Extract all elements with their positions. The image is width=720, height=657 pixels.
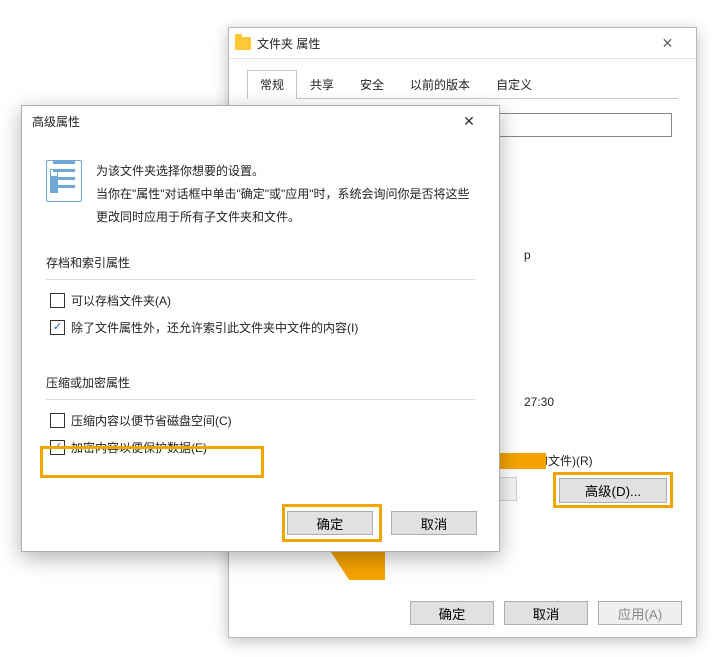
advanced-intro-line1: 为该文件夹选择你想要的设置。	[96, 160, 475, 183]
checkbox-icon: ✓	[50, 320, 65, 335]
tab-sharing[interactable]: 共享	[297, 70, 347, 99]
checkbox-icon: ✓	[50, 440, 65, 455]
properties-apply-button: 应用(A)	[598, 601, 682, 625]
close-icon[interactable]: ✕	[645, 28, 690, 58]
checkbox-archive-label: 可以存档文件夹(A)	[71, 292, 171, 309]
checkbox-archive[interactable]: 可以存档文件夹(A)	[50, 292, 475, 309]
time-value-fragment: 27:30	[524, 395, 554, 409]
group-archive-label: 存档和索引属性	[46, 254, 475, 271]
checkbox-encrypt[interactable]: ✓ 加密内容以便保护数据(E)	[50, 439, 475, 456]
group-compress-label: 压缩或加密属性	[46, 374, 475, 391]
properties-ok-button[interactable]: 确定	[410, 601, 494, 625]
properties-button-row: 确定 取消 应用(A)	[229, 591, 696, 637]
tab-custom[interactable]: 自定义	[483, 70, 545, 99]
advanced-cancel-button[interactable]: 取消	[391, 511, 477, 535]
properties-tabs: 常规 共享 安全 以前的版本 自定义	[247, 69, 678, 99]
advanced-attributes-dialog: 高级属性 ✕ 为该文件夹选择你想要的设置。 当你在"属性"对话框中单击"确定"或…	[21, 105, 500, 552]
properties-titlebar[interactable]: 文件夹 属性 ✕	[229, 28, 696, 59]
checklist-icon	[46, 160, 82, 202]
checkbox-index-label: 除了文件属性外，还允许索引此文件夹中文件的内容(I)	[71, 319, 358, 336]
checkbox-index[interactable]: ✓ 除了文件属性外，还允许索引此文件夹中文件的内容(I)	[50, 319, 475, 336]
checkbox-compress[interactable]: 压缩内容以便节省磁盘空间(C)	[50, 412, 475, 429]
checkbox-compress-label: 压缩内容以便节省磁盘空间(C)	[71, 412, 232, 429]
tab-previous[interactable]: 以前的版本	[397, 70, 483, 99]
properties-title: 文件夹 属性	[257, 35, 645, 52]
checkbox-icon	[50, 293, 65, 308]
checkbox-encrypt-label: 加密内容以便保护数据(E)	[71, 439, 207, 456]
tab-security[interactable]: 安全	[347, 70, 397, 99]
advanced-button-row: 确定 取消	[287, 511, 477, 535]
advanced-ok-button[interactable]: 确定	[287, 511, 373, 535]
advanced-intro-line2: 当你在"属性"对话框中单击"确定"或"应用"时，系统会询问你是否将这些更改同时应…	[96, 183, 475, 229]
properties-cancel-button[interactable]: 取消	[504, 601, 588, 625]
advanced-title: 高级属性	[32, 113, 449, 130]
advanced-titlebar[interactable]: 高级属性 ✕	[22, 106, 499, 136]
tab-general[interactable]: 常规	[247, 70, 297, 99]
checkbox-icon	[50, 413, 65, 428]
close-icon[interactable]: ✕	[449, 107, 489, 135]
folder-icon	[235, 37, 251, 50]
advanced-button[interactable]: 高级(D)...	[559, 478, 667, 503]
type-value-fragment: p	[524, 248, 531, 262]
